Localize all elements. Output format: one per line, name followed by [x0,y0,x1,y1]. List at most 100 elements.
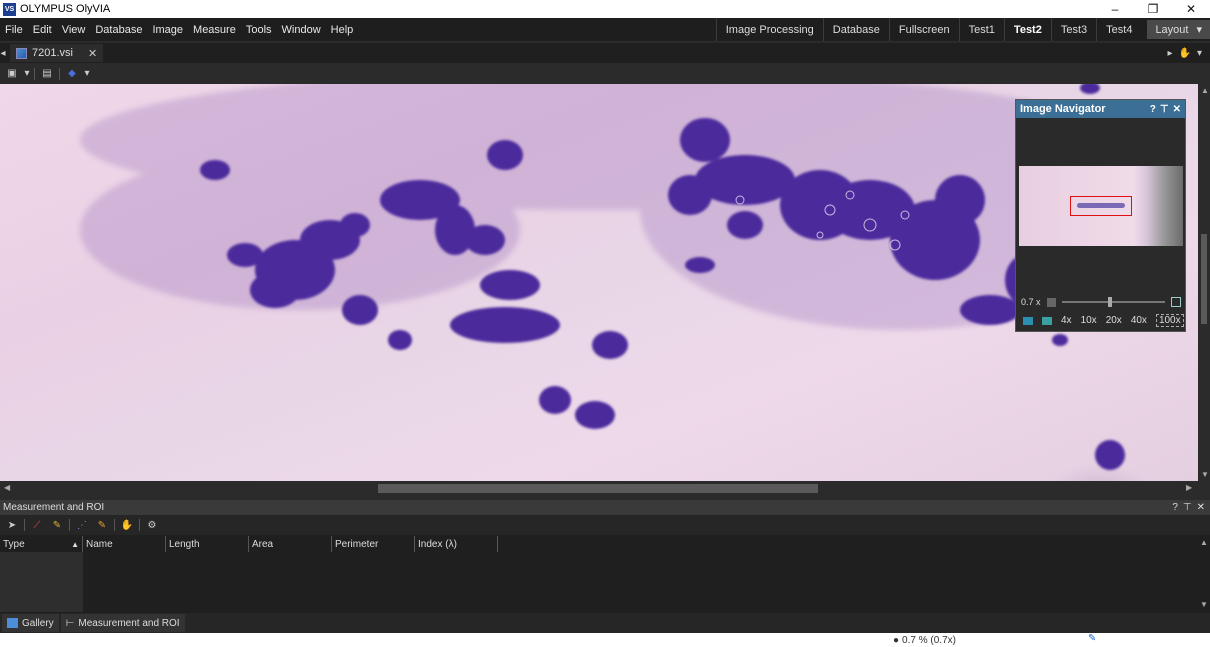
minimize-button[interactable]: – [1096,0,1134,18]
menu-database[interactable]: Database [90,24,147,36]
menu-view[interactable]: View [57,24,91,36]
column-name[interactable]: Name [83,536,166,552]
viewport-rectangle[interactable] [1070,196,1132,216]
magnification-buttons: 4x 10x 20x 40x 100x [1023,314,1184,327]
mag-40x-button[interactable]: 40x [1131,315,1147,326]
select-pointer-icon[interactable]: ➤ [4,518,20,532]
horizontal-scrollbar[interactable]: ◀ ▶ [0,481,1198,494]
gallery-icon [7,618,18,628]
chevron-right-icon[interactable]: ▸ [1167,48,1172,59]
scroll-up-icon[interactable]: ▲ [1200,538,1208,547]
menu-edit[interactable]: Edit [28,24,57,36]
horizontal-scroll-thumb[interactable] [378,484,818,493]
close-icon[interactable]: ✕ [1173,104,1181,115]
column-length[interactable]: Length [166,536,249,552]
hand-tool-icon[interactable]: ✋ [119,518,135,532]
zoom-out-icon[interactable] [1046,297,1056,307]
close-window-button[interactable]: ✕ [1172,0,1210,18]
close-icon[interactable]: ✕ [1197,502,1205,513]
scroll-down-icon[interactable]: ▼ [1200,600,1208,609]
zoom-slider[interactable] [1061,297,1165,307]
pin-icon[interactable]: ⊤ [1183,502,1192,513]
tab-image-processing[interactable]: Image Processing [715,18,823,41]
document-tab-controls: ▸ ✋ ▾ [1167,43,1202,63]
camera-icon[interactable]: ▣ [4,67,20,81]
window-title: OLYMPUS OlyVIA [20,3,111,15]
layout-dropdown[interactable]: Layout ▾ [1147,20,1210,39]
tab-test2[interactable]: Test2 [1003,18,1051,41]
navigator-thumbnail[interactable] [1019,166,1183,246]
maximize-button[interactable]: ❐ [1134,0,1172,18]
image-navigator-header[interactable]: Image Navigator ? ⊤ ✕ [1016,100,1185,118]
line-tool-icon[interactable]: ⟋ [29,518,45,532]
scroll-up-icon[interactable]: ▲ [1201,86,1209,95]
bottom-tab-bar: Gallery ⊢ Measurement and ROI [0,613,1210,633]
mag-10x-button[interactable]: 10x [1081,315,1097,326]
measurement-table-body[interactable] [0,552,1198,612]
status-zoom-value: 0.7 % (0.7x) [902,634,956,646]
mag-20x-button[interactable]: 20x [1106,315,1122,326]
save-icon[interactable]: ▤ [39,67,55,81]
annotation-tool-icon[interactable]: ✎ [94,518,110,532]
close-tab-button[interactable]: ✕ [88,47,97,60]
tab-fullscreen[interactable]: Fullscreen [888,18,959,41]
menu-help[interactable]: Help [326,24,359,36]
column-type-label: Type [3,538,25,550]
chevron-down-icon[interactable]: ▾ [24,67,30,81]
pan-hand-icon[interactable]: ✋ [1179,48,1191,59]
column-perimeter[interactable]: Perimeter [332,536,415,552]
overview-icon[interactable] [1023,316,1033,325]
status-zoom: ● 0.7 % (0.7x) [893,633,956,647]
document-tab[interactable]: 7201.vsi ✕ [10,44,104,62]
scroll-down-icon[interactable]: ▼ [1201,470,1209,479]
help-icon[interactable]: ? [1150,104,1156,115]
toolbar-divider [34,67,35,80]
sort-up-icon: ▲ [71,539,79,549]
toolbar-divider [59,67,60,80]
column-index[interactable]: Index (λ) [415,536,498,552]
menu-tools[interactable]: Tools [241,24,277,36]
menu-file[interactable]: File [0,24,28,36]
vertical-scroll-thumb[interactable] [1201,234,1207,324]
pin-icon[interactable]: ⊤ [1160,104,1169,115]
title-bar: VS OLYMPUS OlyVIA – ❐ ✕ [0,0,1210,18]
toolbar-divider [114,519,115,531]
file-image-icon [16,47,27,59]
tab-test4[interactable]: Test4 [1096,18,1141,41]
scroll-left-icon[interactable]: ◀ [4,483,10,492]
menu-measure[interactable]: Measure [188,24,241,36]
help-icon[interactable]: ? [1172,502,1178,513]
column-area[interactable]: Area [249,536,332,552]
chevron-left-icon[interactable]: ◂ [0,46,6,60]
tab-test3[interactable]: Test3 [1050,18,1096,41]
polyline-tool-icon[interactable]: ⋰ [74,518,90,532]
zoom-slider-handle[interactable] [1108,297,1113,307]
pen-status-icon: ✎ [1088,633,1097,644]
status-bar: ● 0.7 % (0.7x) ✎ [0,633,1210,647]
toolbar-divider [24,519,25,531]
tab-database[interactable]: Database [822,18,889,41]
type-column-area [0,552,83,612]
measurement-table-header: Type ▲ Name Length Area Perimeter Index (… [0,536,498,552]
pencil-tool-icon[interactable]: ✎ [49,518,65,532]
chevron-down-icon[interactable]: ▾ [1197,48,1202,59]
tab-measurement-roi[interactable]: ⊢ Measurement and ROI [60,614,185,632]
tab-measurement-roi-label: Measurement and ROI [78,617,180,629]
chevron-down-icon[interactable]: ▾ [84,67,90,81]
image-navigator-title: Image Navigator [1020,103,1106,115]
column-type[interactable]: Type ▲ [0,536,83,552]
mag-4x-button[interactable]: 4x [1061,315,1072,326]
menu-window[interactable]: Window [277,24,326,36]
menu-image[interactable]: Image [147,24,188,36]
scroll-right-icon[interactable]: ▶ [1186,483,1192,492]
measure-icon: ⊢ [65,617,75,629]
vertical-scrollbar[interactable]: ▲ ▼ [1198,84,1210,481]
image-icon[interactable] [1042,316,1052,325]
mag-100x-button[interactable]: 100x [1155,314,1184,327]
tab-test1[interactable]: Test1 [958,18,1004,41]
zoom-fit-icon[interactable] [1171,297,1181,307]
color-adjust-icon[interactable]: ◆ [64,67,80,81]
export-measurements-icon[interactable]: ⚙ [144,518,160,532]
tab-gallery[interactable]: Gallery [2,614,59,632]
image-toolbar: ▣ ▾ ▤ ◆ ▾ [0,63,1210,84]
